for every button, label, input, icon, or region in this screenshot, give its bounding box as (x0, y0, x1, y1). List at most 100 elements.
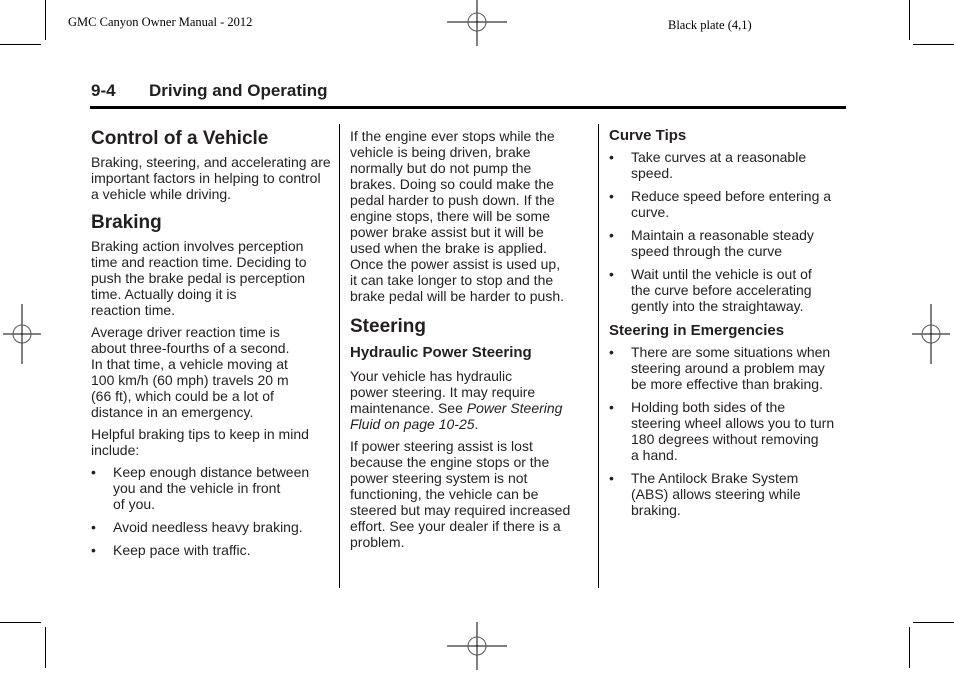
text-line: push the brake pedal is perception (91, 270, 306, 286)
crop-mark (913, 44, 954, 45)
text-line: Holding both sides of the (631, 399, 786, 415)
text-line: it can take longer to stop and the (350, 272, 554, 288)
text-line: a hand. (631, 447, 678, 463)
bullet-icon: • (91, 542, 96, 558)
column-3: Curve Tips • Take curves at a reasonable… (609, 124, 854, 518)
crop-mark (0, 44, 41, 45)
emergency-steering-list: • There are some situations when steerin… (609, 344, 854, 518)
text-line: The Antilock Brake System (631, 470, 799, 486)
text-line: normally but do not pump the (350, 160, 532, 176)
heading-control-of-a-vehicle: Control of a Vehicle (91, 128, 269, 149)
cross-reference-link[interactable]: Fluid on page 10-25 (350, 416, 475, 432)
list-item: • Reduce speed before entering a curve. (609, 188, 854, 220)
text-line: Reduce speed before entering a (631, 188, 832, 204)
list-item: • Keep enough distance between you and t… (91, 464, 331, 512)
text-line: engine stops, there will be some (350, 208, 550, 224)
bullet-icon: • (609, 266, 614, 282)
text-line: If power steering assist is lost (350, 438, 533, 454)
hps-paragraph: Your vehicle has hydraulic power steerin… (350, 368, 590, 432)
registration-mark-icon (3, 304, 41, 364)
column-2: If the engine ever stops while the vehic… (350, 124, 590, 550)
text-line: because the engine stops or the (350, 454, 550, 470)
list-item: • Avoid needless heavy braking. (91, 519, 331, 535)
text-line: brake pedal will be harder to push. (350, 288, 565, 304)
text-line: Once the power assist is used up, (350, 256, 561, 272)
text-line: Avoid needless heavy braking. (113, 519, 303, 535)
braking-paragraph-1: Braking action involves perception time … (91, 238, 331, 318)
text-line: speed. (631, 165, 674, 181)
heading-steering: Steering (350, 316, 427, 337)
text-line: effort. See your dealer if there is a (350, 518, 561, 534)
list-item: • Maintain a reasonable steady speed thr… (609, 227, 854, 259)
list-item: • Holding both sides of the steering whe… (609, 399, 854, 463)
text-line: (ABS) allows steering while (631, 486, 801, 502)
text-line: include: (91, 442, 140, 458)
text-line: time and reaction time. Deciding to (91, 254, 307, 270)
text-line: steering around a problem may (631, 360, 825, 376)
text-line: curve. (631, 204, 670, 220)
crop-mark (45, 0, 46, 40)
list-item: • Wait until the vehicle is out of the c… (609, 266, 854, 314)
text-line: power brake assist but it will be (350, 224, 544, 240)
text-line: (66 ft), which could be a lot of (91, 388, 274, 404)
bullet-icon: • (609, 149, 614, 165)
registration-mark-icon (912, 304, 950, 364)
curve-tips-list: • Take curves at a reasonable speed. • R… (609, 149, 854, 314)
text-line: power steering system is not (350, 470, 528, 486)
running-head-title: GMC Canyon Owner Manual - 2012 (68, 15, 253, 29)
assist-lost-paragraph: If power steering assist is lost because… (350, 438, 590, 550)
bullet-icon: • (609, 188, 614, 204)
text-line: power steering. It may require (350, 384, 536, 400)
text-line: pedal harder to push down. If the (350, 192, 555, 208)
text-line: be more effective than braking. (631, 376, 823, 392)
text-line: Your vehicle has hydraulic (350, 368, 513, 384)
text-line: . (474, 416, 479, 432)
braking-paragraph-2: Average driver reaction time is about th… (91, 324, 331, 420)
bullet-icon: • (609, 399, 614, 415)
section-title: Driving and Operating (149, 81, 328, 100)
text-line: distance in an emergency. (91, 404, 254, 420)
bullet-icon: • (91, 519, 96, 535)
list-item: • Keep pace with traffic. (91, 542, 331, 558)
registration-mark-icon (447, 622, 507, 670)
text-line: maintenance. See (350, 400, 467, 416)
text-line: vehicle is being driven, brake (350, 144, 531, 160)
crop-mark (913, 622, 954, 623)
text-line: If the engine ever stops while the (350, 128, 555, 144)
text-line: Average driver reaction time is (91, 324, 280, 340)
text-line: problem. (350, 534, 405, 550)
control-paragraph: Braking, steering, and accelerating are … (91, 154, 331, 202)
crop-mark (909, 627, 910, 668)
text-line: steered but may required increased (350, 502, 571, 518)
cross-reference-link[interactable]: Power Steering (467, 400, 563, 416)
text-line: Keep pace with traffic. (113, 542, 251, 558)
text-line: functioning, the vehicle can be (350, 486, 539, 502)
bullet-icon: • (91, 464, 96, 480)
text-line: Wait until the vehicle is out of (631, 266, 812, 282)
page-header: 9-4 Driving and Operating (90, 80, 846, 109)
page-number: 9-4 (91, 81, 116, 100)
bullet-icon: • (609, 344, 614, 360)
list-item: • There are some situations when steerin… (609, 344, 854, 392)
crop-mark (45, 627, 46, 668)
text-line: Keep enough distance between (113, 464, 310, 480)
engine-stop-paragraph: If the engine ever stops while the vehic… (350, 128, 590, 304)
heading-braking: Braking (91, 212, 162, 233)
column-1: Control of a Vehicle Braking, steering, … (91, 124, 331, 558)
braking-tips-list: • Keep enough distance between you and t… (91, 464, 331, 558)
column-divider (598, 124, 599, 588)
text-line: steering wheel allows you to turn (631, 415, 835, 431)
heading-curve-tips: Curve Tips (609, 127, 687, 144)
text-line: you and the vehicle in front (113, 480, 281, 496)
crop-mark (0, 622, 41, 623)
bullet-icon: • (609, 470, 614, 486)
text-line: of you. (113, 496, 156, 512)
running-head-plate: Black plate (4,1) (668, 18, 752, 32)
text-line: Take curves at a reasonable (631, 149, 807, 165)
text-line: Braking action involves perception (91, 238, 304, 254)
text-line: In that time, a vehicle moving at (91, 356, 288, 372)
text-line: about three-fourths of a second. (91, 340, 290, 356)
text-line: There are some situations when (631, 344, 831, 360)
text-line: reaction time. (91, 302, 176, 318)
bullet-icon: • (609, 227, 614, 243)
